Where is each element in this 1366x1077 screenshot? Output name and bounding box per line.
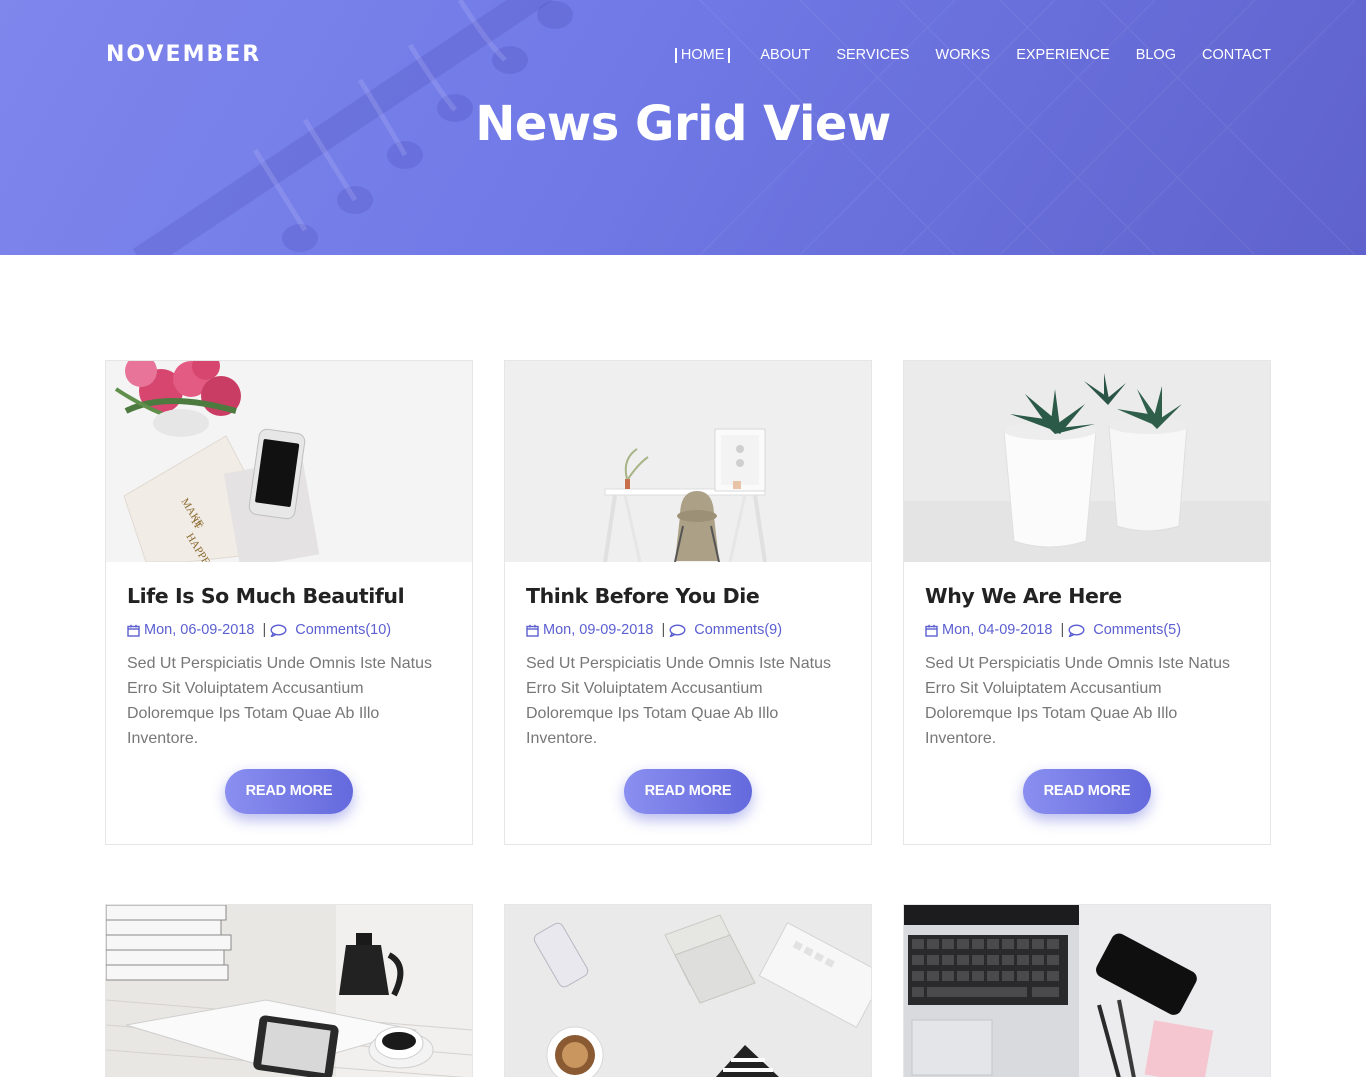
meta-separator: | [1060,622,1065,638]
read-more-button[interactable]: READ MORE [225,769,353,814]
card-body: Why We Are Here Mon, 04-09-2018 | Commen… [904,562,1270,844]
site-logo[interactable]: NOVEMBER [106,42,261,67]
meta-separator: | [262,622,267,638]
nav-experience[interactable]: EXPERIENCE [1016,47,1109,63]
nav-active-marker-right [728,47,731,63]
post-date: Mon, 06-09-2018 [144,622,255,638]
post-meta: Mon, 06-09-2018 | Comments(10) [127,622,451,638]
comment-icon [270,623,287,637]
post-title[interactable]: Why We Are Here [925,584,1249,608]
page-title: News Grid View [475,96,891,152]
calendar-icon [526,624,539,637]
news-card [903,904,1271,1077]
post-meta: Mon, 09-09-2018 | Comments(9) [526,622,850,638]
button-wrap: READ MORE [526,769,850,814]
nav-contact[interactable]: CONTACT [1202,47,1271,63]
news-card: Why We Are Here Mon, 04-09-2018 | Commen… [903,360,1271,845]
hero-banner: NOVEMBER HOME ABOUT SERVICES WORKS EXPER… [0,0,1366,255]
post-image[interactable] [904,361,1270,562]
read-more-button[interactable]: READ MORE [1023,769,1151,814]
nav-home[interactable]: HOME [671,47,735,63]
post-image[interactable] [106,905,472,1077]
comment-icon [1068,623,1085,637]
read-more-button[interactable]: READ MORE [624,769,752,814]
nav-services[interactable]: SERVICES [836,47,909,63]
card-body: Think Before You Die Mon, 09-09-2018 | C… [505,562,871,844]
news-card [105,904,473,1077]
post-comments[interactable]: Comments(10) [295,622,391,638]
news-card [504,904,872,1077]
nav-works[interactable]: WORKS [935,47,990,63]
post-image[interactable] [505,361,871,562]
main-nav: HOME ABOUT SERVICES WORKS EXPERIENCE BLO… [671,47,1271,63]
card-body: Life Is So Much Beautiful Mon, 06-09-201… [106,562,472,844]
nav-blog[interactable]: BLOG [1136,47,1176,63]
news-card: Think Before You Die Mon, 09-09-2018 | C… [504,360,872,845]
nav-home-label: HOME [680,47,725,63]
post-excerpt: Sed Ut Perspiciatis Unde Omnis Iste Natu… [925,655,1231,747]
post-image[interactable] [505,905,871,1077]
post-date: Mon, 04-09-2018 [942,622,1053,638]
calendar-icon [127,624,140,637]
meta-separator: | [661,622,666,638]
post-title[interactable]: Life Is So Much Beautiful [127,584,451,608]
button-wrap: READ MORE [925,769,1249,814]
post-excerpt: Sed Ut Perspiciatis Unde Omnis Iste Natu… [526,655,832,747]
nav-about[interactable]: ABOUT [760,47,810,63]
calendar-icon [925,624,938,637]
post-title[interactable]: Think Before You Die [526,584,850,608]
button-wrap: READ MORE [127,769,451,814]
nav-active-marker-left [674,47,677,63]
post-image[interactable] [904,905,1270,1077]
post-meta: Mon, 04-09-2018 | Comments(5) [925,622,1249,638]
post-date: Mon, 09-09-2018 [543,622,654,638]
post-image[interactable]: MAKE IT HAPPEN [106,361,472,562]
post-excerpt: Sed Ut Perspiciatis Unde Omnis Iste Natu… [127,655,433,747]
comment-icon [669,623,686,637]
post-comments[interactable]: Comments(9) [694,622,782,638]
news-card: MAKE IT HAPPEN Life Is So Much Beautiful… [105,360,473,845]
post-comments[interactable]: Comments(5) [1093,622,1181,638]
